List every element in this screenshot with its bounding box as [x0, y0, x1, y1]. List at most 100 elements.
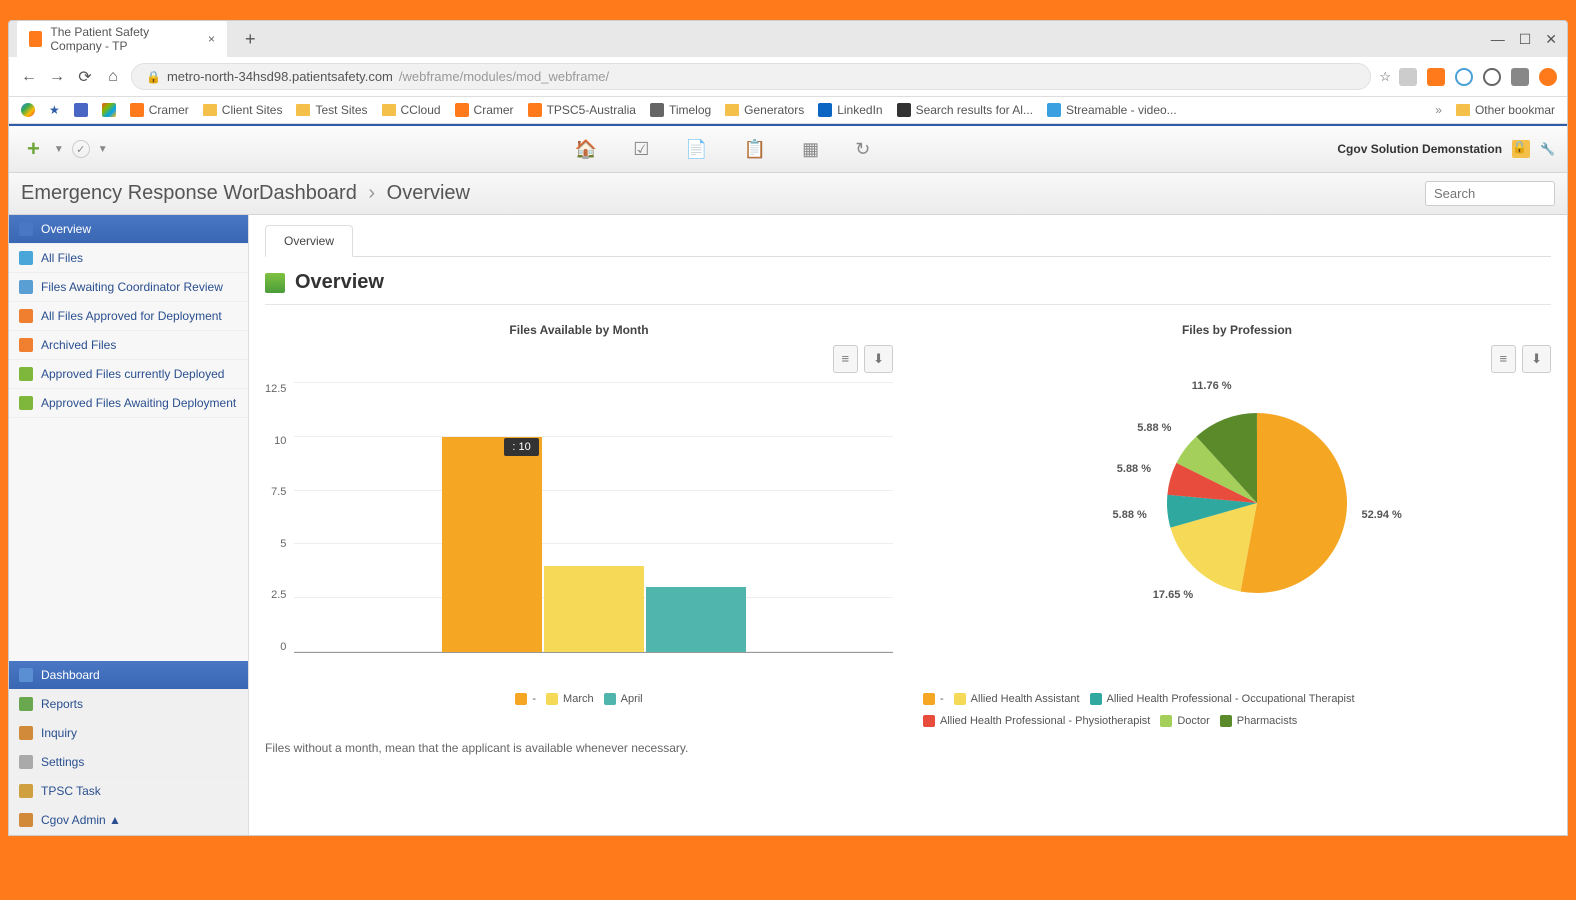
bookmarks-overflow[interactable]: »: [1435, 103, 1442, 117]
reload-button[interactable]: ⟳: [75, 67, 95, 87]
other-bookmarks[interactable]: Other bookmar: [1456, 103, 1555, 117]
document-icon[interactable]: 📄: [679, 135, 713, 164]
ext-icon[interactable]: [1455, 68, 1473, 86]
bookmark-item[interactable]: LinkedIn: [818, 103, 882, 117]
sidebar-item[interactable]: Approved Files currently Deployed: [9, 360, 248, 389]
tab-close-icon[interactable]: ×: [208, 32, 215, 46]
wrench-icon[interactable]: 🔧: [1540, 142, 1555, 156]
ext-icon[interactable]: [1427, 68, 1445, 86]
pie-label: 5.88 %: [1117, 463, 1151, 475]
user-label: Cgov Solution Demonstation 🔒 🔧: [1337, 140, 1555, 158]
sidebar-item[interactable]: Settings: [9, 748, 248, 777]
bookmark-item[interactable]: Timelog: [650, 103, 711, 117]
page-title: Overview: [295, 271, 384, 294]
maximize-icon[interactable]: ☐: [1519, 31, 1532, 48]
sidebar-icon: [19, 813, 33, 827]
pie-label: 5.88 %: [1137, 422, 1171, 434]
bm-gdrive-icon[interactable]: [21, 103, 35, 117]
bar-chart-panel: Files Available by Month ≡ ⬇ 12.5107.552…: [265, 323, 893, 727]
sidebar-item-label: Inquiry: [41, 726, 77, 740]
ext-icon[interactable]: [1511, 68, 1529, 86]
sidebar-item-label: Approved Files Awaiting Deployment: [41, 396, 236, 410]
sidebar-item-label: All Files: [41, 251, 83, 265]
pie-label: 5.88 %: [1113, 509, 1147, 521]
folder-icon: [725, 104, 739, 116]
sidebar-item[interactable]: Dashboard: [9, 661, 248, 690]
tab-overview[interactable]: Overview: [265, 225, 353, 257]
sidebar-item[interactable]: Reports: [9, 690, 248, 719]
sidebar-item[interactable]: Approved Files Awaiting Deployment: [9, 389, 248, 418]
bm-icon[interactable]: [74, 103, 88, 117]
legend-item[interactable]: -: [923, 693, 944, 705]
sidebar-item-label: Archived Files: [41, 338, 116, 352]
sidebar-item[interactable]: Files Awaiting Coordinator Review: [9, 273, 248, 302]
page-icon[interactable]: 📋: [738, 135, 772, 164]
sidebar-item[interactable]: All Files: [9, 244, 248, 273]
chart-download-button[interactable]: ⬇: [864, 345, 893, 373]
tooltip: : 10: [504, 438, 538, 456]
pie-chart-panel: Files by Profession ≡ ⬇ 52.94 %17.65 %5.…: [923, 323, 1551, 727]
home-button[interactable]: ⌂: [103, 68, 123, 86]
approve-dropdown[interactable]: ✓: [72, 140, 90, 158]
lock-badge-icon[interactable]: 🔒: [1512, 140, 1530, 158]
bookmark-item[interactable]: Streamable - video...: [1047, 103, 1177, 117]
bar[interactable]: [544, 566, 644, 652]
main-content: Overview Overview Files Available by Mon…: [249, 215, 1567, 835]
refresh-icon[interactable]: ↻: [849, 135, 876, 164]
browser-tab[interactable]: The Patient Safety Company - TP ×: [17, 20, 227, 61]
ext-icon[interactable]: [1399, 68, 1417, 86]
sidebar-item[interactable]: Cgov Admin ▲: [9, 806, 248, 835]
add-button[interactable]: +: [21, 132, 46, 166]
bookmark-item[interactable]: TPSC5-Australia: [528, 103, 636, 117]
legend-item[interactable]: -: [515, 693, 536, 705]
bookmark-item[interactable]: Cramer: [455, 103, 514, 117]
close-icon[interactable]: ✕: [1545, 31, 1557, 48]
bookmark-star-icon[interactable]: ☆: [1379, 69, 1391, 85]
bar[interactable]: [646, 587, 746, 652]
sidebar-item[interactable]: Inquiry: [9, 719, 248, 748]
legend-item[interactable]: Doctor: [1160, 715, 1209, 727]
page-tabs: Overview: [265, 225, 1551, 257]
breadcrumb-root[interactable]: Dashboard: [259, 182, 357, 204]
bookmark-item[interactable]: Cramer: [130, 103, 189, 117]
new-tab-button[interactable]: +: [235, 29, 266, 50]
sidebar-item[interactable]: Overview: [9, 215, 248, 244]
window-controls: — ☐ ✕: [1491, 31, 1567, 48]
check-icon[interactable]: ☑: [627, 135, 655, 164]
legend-item[interactable]: Allied Health Professional - Physiothera…: [923, 715, 1150, 727]
home-icon[interactable]: 🏠: [569, 135, 603, 164]
chart-icon: [265, 273, 285, 293]
bookmark-item[interactable]: Test Sites: [296, 103, 367, 117]
bm-star-icon[interactable]: ★: [49, 103, 60, 117]
bm-ms-icon[interactable]: [102, 103, 116, 117]
bookmark-item[interactable]: Client Sites: [203, 103, 283, 117]
bookmark-item[interactable]: CCloud: [382, 103, 441, 117]
bookmark-item[interactable]: Search results for Al...: [897, 103, 1033, 117]
chart-menu-button[interactable]: ≡: [1491, 345, 1517, 373]
legend-item[interactable]: March: [546, 693, 594, 705]
ext-icon[interactable]: [1483, 68, 1501, 86]
chart-download-button[interactable]: ⬇: [1522, 345, 1551, 373]
back-button[interactable]: ←: [19, 68, 39, 86]
pie-chart-title: Files by Profession: [923, 323, 1551, 337]
url-bar[interactable]: 🔒 metro-north-34hsd98.patientsafety.com/…: [131, 63, 1371, 90]
legend-item[interactable]: Pharmacists: [1220, 715, 1298, 727]
legend-item[interactable]: April: [604, 693, 643, 705]
forward-button[interactable]: →: [47, 68, 67, 86]
profile-icon[interactable]: [1539, 68, 1557, 86]
sidebar-item[interactable]: All Files Approved for Deployment: [9, 302, 248, 331]
minimize-icon[interactable]: —: [1491, 31, 1505, 48]
legend-item[interactable]: Allied Health Professional - Occupationa…: [1090, 693, 1355, 705]
url-path: /webframe/modules/mod_webframe/: [399, 69, 609, 84]
pie-label: 52.94 %: [1361, 509, 1401, 521]
legend-item[interactable]: Allied Health Assistant: [954, 693, 1080, 705]
chart-menu-button[interactable]: ≡: [833, 345, 859, 373]
sidebar-item[interactable]: Archived Files: [9, 331, 248, 360]
sidebar-icon: [19, 726, 33, 740]
grid-icon[interactable]: ▦: [796, 135, 825, 164]
search-input[interactable]: [1425, 181, 1555, 206]
sidebar-item[interactable]: TPSC Task: [9, 777, 248, 806]
breadcrumb: Dashboard › Overview: [259, 182, 470, 205]
bar[interactable]: [442, 437, 542, 652]
bookmark-item[interactable]: Generators: [725, 103, 804, 117]
